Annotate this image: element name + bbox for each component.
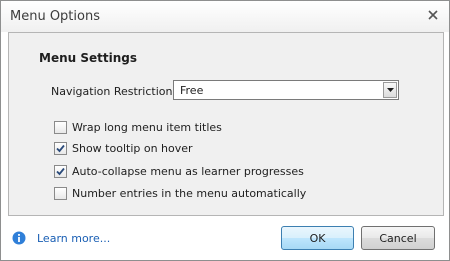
navigation-restriction-select[interactable]: Free (173, 80, 399, 100)
menu-options-dialog: Menu Options Menu Settings Navigation Re… (0, 0, 450, 261)
option-auto-collapse[interactable]: Auto-collapse menu as learner progresses (54, 163, 304, 179)
learn-more-link[interactable]: Learn more... (37, 232, 110, 245)
navigation-restriction-value: Free (180, 84, 204, 97)
wrap-titles-label: Wrap long menu item titles (72, 120, 222, 134)
info-icon (12, 231, 26, 245)
number-entries-label: Number entries in the menu automatically (72, 186, 307, 200)
ok-button[interactable]: OK (281, 226, 354, 250)
option-show-tooltip[interactable]: Show tooltip on hover (54, 140, 193, 156)
show-tooltip-label: Show tooltip on hover (72, 141, 193, 155)
settings-panel: Menu Settings Navigation Restriction: Fr… (8, 32, 444, 216)
show-tooltip-checkbox[interactable] (54, 141, 67, 155)
option-wrap-titles[interactable]: Wrap long menu item titles (54, 119, 222, 135)
option-number-entries[interactable]: Number entries in the menu automatically (54, 185, 306, 201)
chevron-down-icon[interactable] (383, 82, 397, 98)
cancel-button[interactable]: Cancel (361, 226, 435, 250)
auto-collapse-checkbox[interactable] (54, 164, 67, 178)
title-bar: Menu Options (1, 1, 449, 32)
number-entries-checkbox[interactable] (54, 186, 67, 200)
close-icon[interactable] (424, 6, 442, 24)
wrap-titles-checkbox[interactable] (54, 120, 67, 134)
auto-collapse-label: Auto-collapse menu as learner progresses (72, 164, 304, 178)
navigation-restriction-label: Navigation Restriction: (51, 85, 177, 98)
dialog-title: Menu Options (10, 9, 100, 24)
section-title: Menu Settings (39, 51, 137, 65)
